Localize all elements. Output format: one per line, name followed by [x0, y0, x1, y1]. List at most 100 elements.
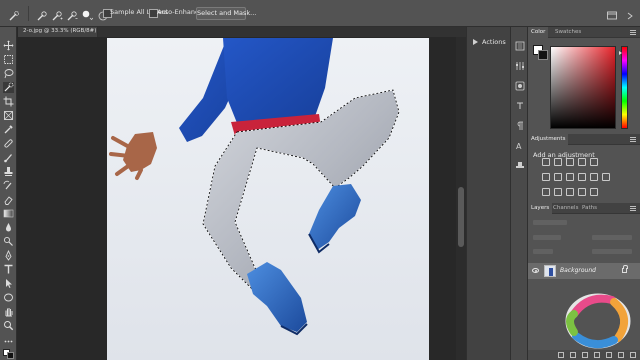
delete-layer-icon[interactable] [630, 352, 636, 358]
panel-toggle-icon[interactable] [624, 7, 636, 20]
zoom-tool-icon[interactable] [3, 320, 14, 331]
tab-channels[interactable]: Channels [550, 203, 581, 214]
character-icon[interactable] [515, 96, 525, 109]
brush-size-picker-icon[interactable] [81, 7, 94, 21]
options-bar: Sample All Layers Auto-Enhance Select an… [0, 0, 640, 27]
black-white-icon[interactable] [566, 173, 574, 181]
more-tools-icon[interactable] [3, 336, 14, 347]
adjustments-panel-menu-icon[interactable] [630, 137, 636, 142]
layers-panel-menu-icon[interactable] [630, 206, 636, 211]
move-tool-icon[interactable] [3, 40, 14, 51]
gradient-tool-icon[interactable] [3, 208, 14, 219]
brush-settings-icon[interactable] [515, 76, 525, 91]
visibility-eye-icon[interactable] [532, 268, 539, 273]
color-panel-fg-bg[interactable] [533, 45, 549, 61]
curves-icon[interactable] [566, 158, 574, 166]
fill-field[interactable] [592, 249, 632, 254]
color-panel-tabs: Color Swatches [528, 27, 640, 38]
pen-tool-icon[interactable] [3, 250, 14, 261]
eyedropper-tool-icon[interactable] [3, 124, 14, 135]
add-mask-icon[interactable] [582, 352, 588, 358]
threshold-icon[interactable] [566, 188, 574, 196]
type-tool-icon[interactable] [3, 264, 14, 275]
actions-panel-button[interactable]: Actions [470, 36, 508, 49]
add-to-selection-brush-icon[interactable] [51, 7, 63, 21]
frame-tool-icon[interactable] [3, 110, 14, 121]
blend-mode-select[interactable] [533, 235, 561, 240]
tab-layers[interactable]: Layers [528, 203, 553, 214]
document-tab[interactable]: 2-o.jpg @ 33.3% (RGB/8#) * [18, 27, 101, 37]
layer-filter-field[interactable] [533, 220, 567, 225]
gradient-map-icon[interactable] [590, 188, 598, 196]
color-panel-menu-icon[interactable] [630, 30, 636, 35]
layer-name: Background [560, 267, 596, 274]
scrollbar-thumb[interactable] [458, 187, 464, 247]
color-spectrum-field[interactable] [550, 46, 616, 129]
vibrance-icon[interactable] [590, 158, 598, 166]
invert-icon[interactable] [542, 188, 550, 196]
hue-slider[interactable] [621, 46, 628, 129]
dodge-tool-icon[interactable] [3, 236, 14, 247]
hand-tool-icon[interactable] [3, 306, 14, 317]
quick-selection-tool-icon[interactable] [3, 82, 14, 93]
tab-swatches[interactable]: Swatches [552, 27, 584, 38]
exposure-icon[interactable] [578, 158, 586, 166]
watermark-logo [560, 290, 636, 352]
hue-saturation-icon[interactable] [542, 173, 550, 181]
actions-label: Actions [482, 38, 506, 46]
tab-color[interactable]: Color [528, 27, 549, 38]
new-layer-icon[interactable] [618, 352, 624, 358]
layer-style-icon[interactable] [570, 352, 576, 358]
marquee-tool-icon[interactable] [3, 54, 14, 65]
opacity-field[interactable] [592, 235, 632, 240]
lock-options[interactable] [533, 249, 553, 254]
adjustments-panel-tabs: Adjustments [528, 134, 640, 145]
glyphs-icon[interactable]: A [515, 136, 525, 151]
path-selection-tool-icon[interactable] [3, 278, 14, 289]
history-brush-tool-icon[interactable] [3, 180, 14, 191]
subtract-from-selection-brush-icon[interactable] [66, 7, 78, 21]
color-lookup-icon[interactable] [602, 173, 610, 181]
color-balance-icon[interactable] [554, 173, 562, 181]
blur-tool-icon[interactable] [3, 222, 14, 233]
play-icon [473, 39, 478, 45]
select-and-mask-button[interactable]: Select and Mask... [196, 7, 256, 20]
channel-mixer-icon[interactable] [590, 173, 598, 181]
lasso-tool-icon[interactable] [3, 68, 14, 79]
canvas-photo[interactable] [107, 38, 429, 360]
selective-color-icon[interactable] [578, 188, 586, 196]
layers-panel-tabs: Layers Channels Paths [528, 203, 640, 214]
hue-slider-marker[interactable] [619, 51, 622, 55]
vertical-scrollbar[interactable] [456, 37, 466, 360]
healing-brush-tool-icon[interactable] [3, 138, 14, 149]
shape-tool-icon[interactable] [3, 292, 14, 303]
crop-tool-icon[interactable] [3, 96, 14, 107]
posterize-icon[interactable] [554, 188, 562, 196]
eraser-tool-icon[interactable] [3, 194, 14, 205]
document-tab-title: 2-o.jpg @ 33.3% (RGB/8#) * [23, 28, 101, 34]
tab-paths[interactable]: Paths [579, 203, 600, 214]
document-window: 2-o.jpg @ 33.3% (RGB/8#) * [18, 27, 466, 360]
background-color-swatch[interactable] [538, 50, 548, 60]
layer-thumbnail [544, 265, 556, 277]
paragraph-icon[interactable] [515, 116, 525, 130]
link-layers-icon[interactable] [558, 352, 564, 358]
clone-source-icon[interactable] [515, 156, 525, 168]
workspace-switcher-icon[interactable] [606, 7, 618, 20]
new-selection-brush-icon[interactable] [36, 7, 48, 21]
levels-icon[interactable] [554, 158, 562, 166]
brightness-contrast-icon[interactable] [542, 158, 550, 166]
actions-panel-collapsed: Actions [466, 27, 510, 360]
foreground-background-swatch[interactable] [3, 349, 14, 359]
tab-adjustments[interactable]: Adjustments [528, 134, 569, 145]
history-icon[interactable] [515, 36, 525, 51]
group-icon[interactable] [606, 352, 612, 358]
panel-icons-column: A [510, 27, 528, 360]
clone-stamp-tool-icon[interactable] [3, 166, 14, 177]
adjustment-layer-icon[interactable] [594, 352, 600, 358]
layer-row-background[interactable]: Background [528, 263, 640, 279]
brush-tool-icon[interactable] [3, 152, 14, 163]
properties-icon[interactable] [515, 56, 525, 70]
photo-filter-icon[interactable] [578, 173, 586, 181]
quick-selection-tool-icon[interactable] [8, 7, 20, 21]
